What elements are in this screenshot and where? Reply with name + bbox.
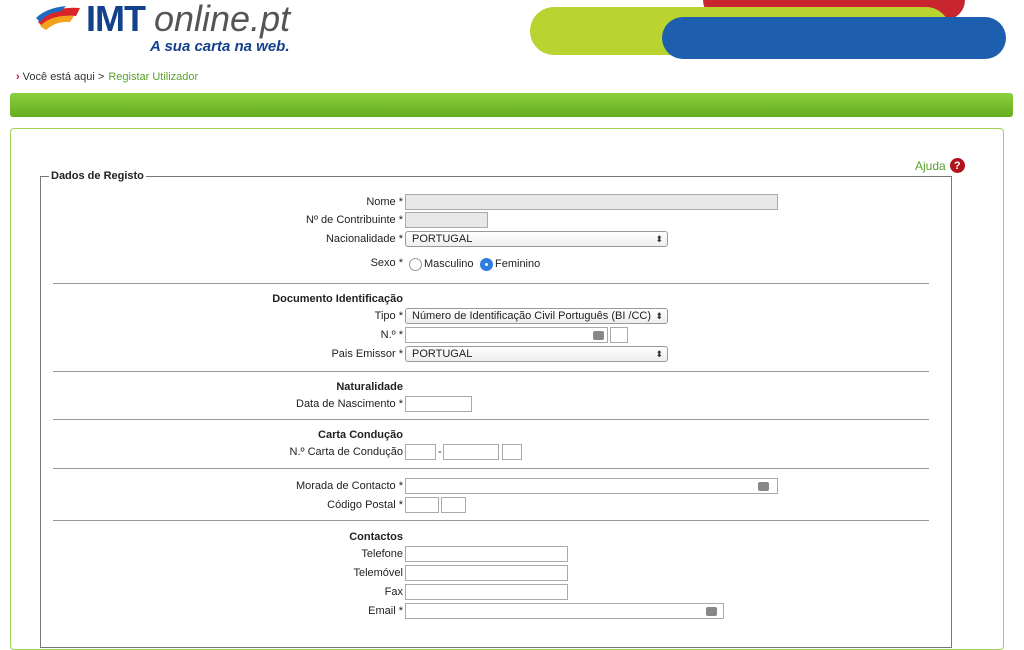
doc-section-title: Documento Identificação <box>272 293 403 305</box>
nacionalidade-select[interactable]: PORTUGAL ⬍ <box>405 231 668 247</box>
contactos-section-title: Contactos <box>349 531 403 543</box>
breadcrumb-arrow-icon: › <box>16 71 20 83</box>
numero-check-field[interactable] <box>610 327 628 343</box>
pais-label: Pais Emissor * <box>331 348 403 360</box>
keyboard-icon[interactable] <box>758 482 769 491</box>
imt-online-logo[interactable]: IMT online.pt A sua carta na web. <box>36 0 336 60</box>
cp-suffix-field[interactable] <box>441 497 466 513</box>
telemovel-label: Telemóvel <box>353 567 403 579</box>
select-arrows-icon: ⬍ <box>655 311 663 321</box>
help-link[interactable]: Ajuda ? <box>915 158 965 173</box>
nat-section-title: Naturalidade <box>336 381 403 393</box>
telefone-field[interactable] <box>405 546 568 562</box>
morada-label: Morada de Contacto * <box>295 480 403 492</box>
divider <box>53 520 929 521</box>
nome-label: Nome * <box>366 196 403 208</box>
header-banner-graphic <box>530 0 1006 59</box>
tipo-select[interactable]: Número de Identificação Civil Português … <box>405 308 668 324</box>
radio-masculino[interactable] <box>409 258 422 271</box>
numero-field[interactable] <box>405 327 608 343</box>
numero-label: N.º * <box>380 329 403 341</box>
nascimento-field[interactable] <box>405 396 472 412</box>
carta-label: N.º Carta de Condução <box>289 446 403 458</box>
select-arrows-icon: ⬍ <box>655 349 663 359</box>
keyboard-icon[interactable] <box>593 331 604 340</box>
cp-prefix-field[interactable] <box>405 497 439 513</box>
logo-online-text: online.pt <box>154 0 291 39</box>
nif-label: Nº de Contribuinte * <box>306 214 403 226</box>
tipo-label: Tipo * <box>374 310 403 322</box>
carta-separator: - <box>438 446 442 458</box>
logo-tagline: A sua carta na web. <box>150 38 290 55</box>
morada-field[interactable] <box>405 478 778 494</box>
keyboard-icon[interactable] <box>706 607 717 616</box>
carta-prefix-field[interactable] <box>405 444 436 460</box>
tipo-value: Número de Identificação Civil Português … <box>412 310 652 322</box>
radio-feminino-label[interactable]: Feminino <box>495 258 540 270</box>
help-icon[interactable]: ? <box>949 158 965 173</box>
fieldset-legend: Dados de Registo <box>49 170 146 182</box>
pais-value: PORTUGAL <box>412 348 473 360</box>
breadcrumb: › Você está aqui > Registar Utilizador <box>16 71 198 83</box>
telefone-label: Telefone <box>361 548 403 560</box>
nome-field[interactable] <box>405 194 778 210</box>
radio-masculino-label[interactable]: Masculino <box>424 258 474 270</box>
breadcrumb-link-registar[interactable]: Registar Utilizador <box>108 71 198 83</box>
email-label: Email * <box>368 605 403 617</box>
logo-imt-text: IMT <box>86 0 146 39</box>
radio-feminino[interactable] <box>480 258 493 271</box>
divider <box>53 371 929 372</box>
nascimento-label: Data de Nascimento * <box>296 398 403 410</box>
select-arrows-icon: ⬍ <box>655 234 663 244</box>
cp-label: Código Postal * <box>327 499 403 511</box>
fax-label: Fax <box>384 586 403 598</box>
green-title-bar <box>10 93 1013 117</box>
sexo-label: Sexo * <box>370 257 403 269</box>
divider <box>53 419 929 420</box>
telemovel-field[interactable] <box>405 565 568 581</box>
logo-swoosh-icon <box>36 6 80 30</box>
pais-select[interactable]: PORTUGAL ⬍ <box>405 346 668 362</box>
nif-field[interactable] <box>405 212 488 228</box>
divider <box>53 468 929 469</box>
fax-field[interactable] <box>405 584 568 600</box>
registration-fieldset: Dados de Registo Nome * Nº de Contribuin… <box>40 170 952 648</box>
email-field[interactable] <box>405 603 724 619</box>
page-header: IMT online.pt A sua carta na web. <box>0 0 1024 70</box>
nacionalidade-label: Nacionalidade * <box>325 233 403 245</box>
carta-number-field[interactable] <box>443 444 499 460</box>
nacionalidade-value: PORTUGAL <box>412 233 473 245</box>
divider <box>53 283 929 284</box>
carta-check-field[interactable] <box>502 444 522 460</box>
help-label[interactable]: Ajuda <box>915 159 946 173</box>
breadcrumb-prefix: Você está aqui > <box>22 71 105 83</box>
carta-section-title: Carta Condução <box>318 429 403 441</box>
